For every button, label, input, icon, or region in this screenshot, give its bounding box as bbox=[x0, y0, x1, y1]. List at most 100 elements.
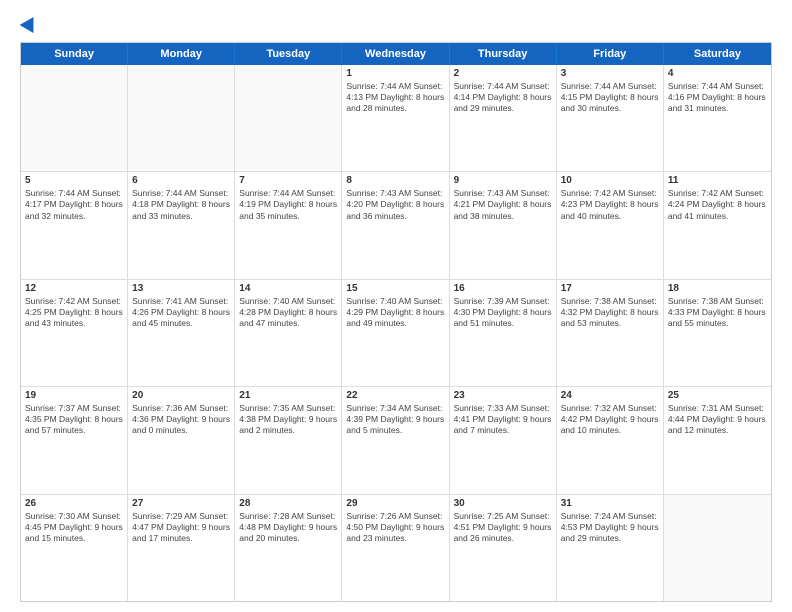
day-number: 21 bbox=[239, 390, 337, 401]
calendar-cell-day-5: 5 Sunrise: 7:44 AM Sunset: 4:17 PM Daylig… bbox=[21, 172, 128, 278]
logo-triangle-icon bbox=[20, 13, 41, 33]
day-info: Sunrise: 7:33 AM Sunset: 4:41 PM Dayligh… bbox=[454, 403, 552, 436]
calendar-header: SundayMondayTuesdayWednesdayThursdayFrid… bbox=[21, 43, 771, 65]
day-number: 10 bbox=[561, 175, 659, 186]
day-number: 24 bbox=[561, 390, 659, 401]
day-number: 30 bbox=[454, 498, 552, 509]
calendar-cell-day-13: 13Sunrise: 7:41 AM Sunset: 4:26 PM Dayli… bbox=[128, 280, 235, 386]
calendar-cell-day-10: 10Sunrise: 7:42 AM Sunset: 4:23 PM Dayli… bbox=[557, 172, 664, 278]
day-info: Sunrise: 7:44 AM Sunset: 4:13 PM Dayligh… bbox=[346, 81, 444, 114]
calendar-cell-day-21: 21 Sunrise: 7:35 AM Sunset: 4:38 PM Dayli… bbox=[235, 387, 342, 493]
calendar-cell-day-26: 26 Sunrise: 7:30 AM Sunset: 4:45 PM Dayli… bbox=[21, 495, 128, 601]
day-info: Sunrise: 7:40 AM Sunset: 4:29 PM Dayligh… bbox=[346, 296, 444, 329]
weekday-header-wednesday: Wednesday bbox=[342, 43, 449, 65]
day-info: Sunrise: 7:42 AM Sunset: 4:25 PM Dayligh… bbox=[25, 296, 123, 329]
day-info: Sunrise: 7:25 AM Sunset: 4:51 PM Dayligh… bbox=[454, 511, 552, 544]
calendar-row-1: 1 Sunrise: 7:44 AM Sunset: 4:13 PM Daylig… bbox=[21, 65, 771, 171]
calendar-cell-day-30: 30 Sunrise: 7:25 AM Sunset: 4:51 PM Dayli… bbox=[450, 495, 557, 601]
day-number: 19 bbox=[25, 390, 123, 401]
day-number: 26 bbox=[25, 498, 123, 509]
day-number: 6 bbox=[132, 175, 230, 186]
day-info: Sunrise: 7:44 AM Sunset: 4:16 PM Dayligh… bbox=[668, 81, 767, 114]
calendar-cell-day-2: 2Sunrise: 7:44 AM Sunset: 4:14 PM Daylig… bbox=[450, 65, 557, 171]
calendar-cell-day-3: 3 Sunrise: 7:44 AM Sunset: 4:15 PM Daylig… bbox=[557, 65, 664, 171]
calendar-cell-empty bbox=[235, 65, 342, 171]
day-number: 25 bbox=[668, 390, 767, 401]
calendar-row-3: 12 Sunrise: 7:42 AM Sunset: 4:25 PM Dayli… bbox=[21, 279, 771, 386]
calendar-cell-day-9: 9Sunrise: 7:43 AM Sunset: 4:21 PM Daylig… bbox=[450, 172, 557, 278]
calendar-cell-day-6: 6 Sunrise: 7:44 AM Sunset: 4:18 PM Daylig… bbox=[128, 172, 235, 278]
calendar-cell-day-27: 27Sunrise: 7:29 AM Sunset: 4:47 PM Dayli… bbox=[128, 495, 235, 601]
day-info: Sunrise: 7:35 AM Sunset: 4:38 PM Dayligh… bbox=[239, 403, 337, 436]
calendar-row-5: 26 Sunrise: 7:30 AM Sunset: 4:45 PM Dayli… bbox=[21, 494, 771, 601]
day-info: Sunrise: 7:43 AM Sunset: 4:20 PM Dayligh… bbox=[346, 188, 444, 221]
day-number: 11 bbox=[668, 175, 767, 186]
day-number: 17 bbox=[561, 283, 659, 294]
calendar-cell-day-15: 15 Sunrise: 7:40 AM Sunset: 4:29 PM Dayli… bbox=[342, 280, 449, 386]
day-number: 22 bbox=[346, 390, 444, 401]
day-number: 5 bbox=[25, 175, 123, 186]
day-number: 28 bbox=[239, 498, 337, 509]
day-number: 7 bbox=[239, 175, 337, 186]
header bbox=[20, 16, 772, 32]
weekday-header-friday: Friday bbox=[557, 43, 664, 65]
day-info: Sunrise: 7:28 AM Sunset: 4:48 PM Dayligh… bbox=[239, 511, 337, 544]
calendar-cell-day-28: 28 Sunrise: 7:28 AM Sunset: 4:48 PM Dayli… bbox=[235, 495, 342, 601]
weekday-header-tuesday: Tuesday bbox=[235, 43, 342, 65]
calendar-cell-day-7: 7Sunrise: 7:44 AM Sunset: 4:19 PM Daylig… bbox=[235, 172, 342, 278]
day-info: Sunrise: 7:38 AM Sunset: 4:32 PM Dayligh… bbox=[561, 296, 659, 329]
calendar-cell-day-24: 24 Sunrise: 7:32 AM Sunset: 4:42 PM Dayli… bbox=[557, 387, 664, 493]
day-number: 23 bbox=[454, 390, 552, 401]
weekday-header-saturday: Saturday bbox=[664, 43, 771, 65]
day-number: 4 bbox=[668, 68, 767, 79]
calendar-body: 1 Sunrise: 7:44 AM Sunset: 4:13 PM Daylig… bbox=[21, 65, 771, 601]
day-info: Sunrise: 7:30 AM Sunset: 4:45 PM Dayligh… bbox=[25, 511, 123, 544]
day-info: Sunrise: 7:31 AM Sunset: 4:44 PM Dayligh… bbox=[668, 403, 767, 436]
day-number: 20 bbox=[132, 390, 230, 401]
day-info: Sunrise: 7:44 AM Sunset: 4:18 PM Dayligh… bbox=[132, 188, 230, 221]
calendar-cell-empty bbox=[21, 65, 128, 171]
calendar-cell-day-31: 31 Sunrise: 7:24 AM Sunset: 4:53 PM Dayli… bbox=[557, 495, 664, 601]
day-info: Sunrise: 7:41 AM Sunset: 4:26 PM Dayligh… bbox=[132, 296, 230, 329]
day-info: Sunrise: 7:26 AM Sunset: 4:50 PM Dayligh… bbox=[346, 511, 444, 544]
day-info: Sunrise: 7:44 AM Sunset: 4:17 PM Dayligh… bbox=[25, 188, 123, 221]
day-number: 15 bbox=[346, 283, 444, 294]
day-info: Sunrise: 7:44 AM Sunset: 4:15 PM Dayligh… bbox=[561, 81, 659, 114]
day-info: Sunrise: 7:42 AM Sunset: 4:24 PM Dayligh… bbox=[668, 188, 767, 221]
day-number: 12 bbox=[25, 283, 123, 294]
day-info: Sunrise: 7:38 AM Sunset: 4:33 PM Dayligh… bbox=[668, 296, 767, 329]
weekday-header-thursday: Thursday bbox=[450, 43, 557, 65]
weekday-header-sunday: Sunday bbox=[21, 43, 128, 65]
day-number: 1 bbox=[346, 68, 444, 79]
day-number: 29 bbox=[346, 498, 444, 509]
calendar-cell-day-18: 18Sunrise: 7:38 AM Sunset: 4:33 PM Dayli… bbox=[664, 280, 771, 386]
calendar-cell-day-20: 20 Sunrise: 7:36 AM Sunset: 4:36 PM Dayli… bbox=[128, 387, 235, 493]
calendar-cell-day-4: 4 Sunrise: 7:44 AM Sunset: 4:16 PM Daylig… bbox=[664, 65, 771, 171]
calendar-row-2: 5 Sunrise: 7:44 AM Sunset: 4:17 PM Daylig… bbox=[21, 171, 771, 278]
day-info: Sunrise: 7:40 AM Sunset: 4:28 PM Dayligh… bbox=[239, 296, 337, 329]
calendar-cell-day-14: 14 Sunrise: 7:40 AM Sunset: 4:28 PM Dayli… bbox=[235, 280, 342, 386]
calendar: SundayMondayTuesdayWednesdayThursdayFrid… bbox=[20, 42, 772, 602]
calendar-cell-day-1: 1 Sunrise: 7:44 AM Sunset: 4:13 PM Daylig… bbox=[342, 65, 449, 171]
day-info: Sunrise: 7:44 AM Sunset: 4:14 PM Dayligh… bbox=[454, 81, 552, 114]
day-info: Sunrise: 7:36 AM Sunset: 4:36 PM Dayligh… bbox=[132, 403, 230, 436]
day-info: Sunrise: 7:34 AM Sunset: 4:39 PM Dayligh… bbox=[346, 403, 444, 436]
calendar-cell-day-8: 8Sunrise: 7:43 AM Sunset: 4:20 PM Daylig… bbox=[342, 172, 449, 278]
day-info: Sunrise: 7:32 AM Sunset: 4:42 PM Dayligh… bbox=[561, 403, 659, 436]
day-number: 31 bbox=[561, 498, 659, 509]
calendar-cell-empty bbox=[128, 65, 235, 171]
day-info: Sunrise: 7:24 AM Sunset: 4:53 PM Dayligh… bbox=[561, 511, 659, 544]
logo bbox=[20, 16, 38, 32]
calendar-row-4: 19 Sunrise: 7:37 AM Sunset: 4:35 PM Dayli… bbox=[21, 386, 771, 493]
calendar-cell-day-23: 23 Sunrise: 7:33 AM Sunset: 4:41 PM Dayli… bbox=[450, 387, 557, 493]
calendar-cell-day-17: 17 Sunrise: 7:38 AM Sunset: 4:32 PM Dayli… bbox=[557, 280, 664, 386]
day-number: 14 bbox=[239, 283, 337, 294]
calendar-cell-day-12: 12 Sunrise: 7:42 AM Sunset: 4:25 PM Dayli… bbox=[21, 280, 128, 386]
calendar-cell-day-22: 22 Sunrise: 7:34 AM Sunset: 4:39 PM Dayli… bbox=[342, 387, 449, 493]
calendar-cell-empty bbox=[664, 495, 771, 601]
calendar-cell-day-25: 25 Sunrise: 7:31 AM Sunset: 4:44 PM Dayli… bbox=[664, 387, 771, 493]
day-number: 3 bbox=[561, 68, 659, 79]
day-info: Sunrise: 7:29 AM Sunset: 4:47 PM Dayligh… bbox=[132, 511, 230, 544]
calendar-cell-day-16: 16Sunrise: 7:39 AM Sunset: 4:30 PM Dayli… bbox=[450, 280, 557, 386]
day-info: Sunrise: 7:37 AM Sunset: 4:35 PM Dayligh… bbox=[25, 403, 123, 436]
